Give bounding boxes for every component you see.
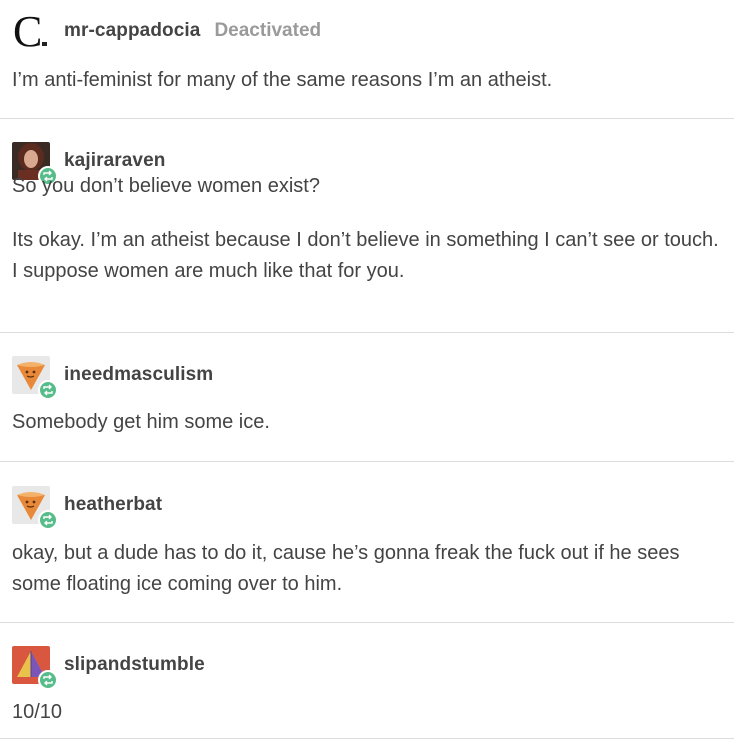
post-kajiraraven: kajiraraven So you don’t believe women e… [0,119,734,333]
status-badge: Deactivated [214,20,322,41]
avatar[interactable] [12,356,58,400]
post-slipandstumble: slipandstumble 10/10 [0,623,734,739]
post-text: So you don’t believe women exist? [12,175,320,197]
post-text: Its okay. I’m an atheist because I don’t… [12,229,719,282]
post-ineedmasculism: ineedmasculism Somebody get him some ice… [0,333,734,462]
svg-text:C: C [13,12,42,50]
post-header: slipandstumble [12,646,205,690]
post-heatherbat: heatherbat okay, but a dude has to do it… [0,462,734,623]
reblog-icon [38,670,58,690]
post-header: heatherbat [12,486,162,530]
reblog-icon [38,380,58,400]
username[interactable]: slipandstumble [64,654,205,676]
post-text: Somebody get him some ice. [12,411,270,433]
username[interactable]: ineedmasculism [64,364,213,386]
username[interactable]: kajiraraven [64,150,165,172]
post-header: C mr-cappadocia Deactivated [12,12,321,50]
post-text: 10/10 [12,701,63,723]
reblog-icon [38,510,58,530]
letter-c-icon: C [12,12,50,50]
avatar[interactable] [12,486,58,530]
avatar[interactable]: C [12,12,50,50]
avatar[interactable] [12,646,58,690]
username[interactable]: heatherbat [64,494,162,516]
post-text: okay, but a dude has to do it, cause he’… [12,542,680,595]
post-text: I’m anti-feminist for many of the same r… [12,69,553,91]
username[interactable]: mr-cappadocia [64,20,200,42]
post-mr-cappadocia: C mr-cappadocia Deactivated I’m anti-fem… [0,0,734,119]
post-header: ineedmasculism [12,356,213,400]
